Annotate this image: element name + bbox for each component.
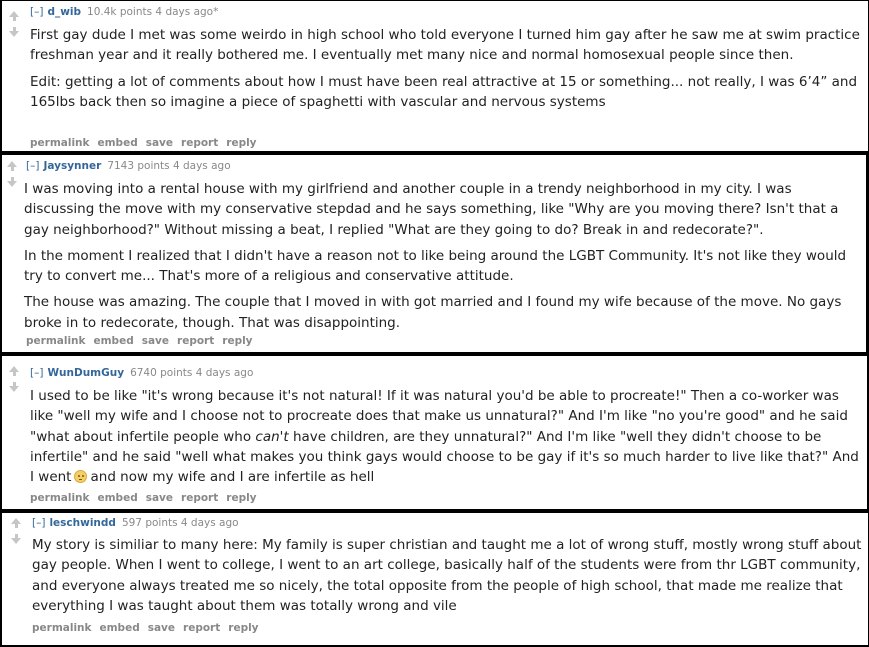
downvote-icon[interactable] xyxy=(11,538,21,544)
comment-body: I was moving into a rental house with my… xyxy=(24,179,862,333)
comment-panel: [–] d_wib 10.4k points 4 days ago* First g… xyxy=(2,1,868,151)
comment-buttons: permalink embed save report reply xyxy=(30,137,265,149)
embed-link[interactable]: embed xyxy=(98,137,138,149)
points-and-time: 597 points 4 days ago xyxy=(121,517,239,529)
comment-author[interactable]: Jaysynner xyxy=(43,160,101,172)
thinking-face-icon xyxy=(74,470,88,484)
comment-panel: [–] WunDumGuy 6740 points 4 days ago I use… xyxy=(2,356,867,509)
comment-paragraph: I was moving into a rental house with my… xyxy=(24,181,839,238)
vote-arrows xyxy=(6,161,18,187)
comment-author[interactable]: leschwindd xyxy=(49,517,115,529)
collapse-toggle[interactable]: [–] xyxy=(32,517,45,529)
permalink-link[interactable]: permalink xyxy=(30,137,90,149)
report-link[interactable]: report xyxy=(181,137,218,149)
comment-text: and now my wife and I are infertile as h… xyxy=(90,469,375,486)
embed-link[interactable]: embed xyxy=(100,622,140,634)
points-and-time: 10.4k points 4 days ago* xyxy=(87,6,219,18)
downvote-icon[interactable] xyxy=(7,181,17,187)
permalink-link[interactable]: permalink xyxy=(32,622,92,634)
points-and-time: 6740 points 4 days ago xyxy=(130,367,254,379)
vote-arrows xyxy=(10,518,22,544)
comment-paragraph: I used to be like "it's wrong because it… xyxy=(30,386,866,487)
comment-tagline: [–] leschwindd 597 points 4 days ago xyxy=(32,517,239,529)
report-link[interactable]: report xyxy=(181,492,218,504)
comment-body: I used to be like "it's wrong because it… xyxy=(30,386,866,487)
comment-paragraph: The house was amazing. The couple that I… xyxy=(24,294,842,331)
comment-tagline: [–] d_wib 10.4k points 4 days ago* xyxy=(30,6,218,18)
comment-buttons: permalink embed save report reply xyxy=(30,492,265,504)
save-link[interactable]: save xyxy=(142,335,169,347)
collapse-toggle[interactable]: [–] xyxy=(30,367,43,379)
comment-author[interactable]: d_wib xyxy=(47,6,81,18)
collapse-toggle[interactable]: [–] xyxy=(26,160,39,172)
points-and-time: 7143 points 4 days ago xyxy=(107,160,231,172)
emphasis-text: can't xyxy=(255,428,289,445)
permalink-link[interactable]: permalink xyxy=(30,492,90,504)
save-link[interactable]: save xyxy=(146,137,173,149)
comment-paragraph: My story is similiar to many here: My fa… xyxy=(32,537,862,614)
vote-arrows xyxy=(8,11,20,37)
downvote-icon[interactable] xyxy=(9,386,19,392)
comment-author[interactable]: WunDumGuy xyxy=(47,367,124,379)
save-link[interactable]: save xyxy=(146,492,173,504)
comment-paragraph: Edit: getting a lot of comments about ho… xyxy=(30,73,858,110)
reply-link[interactable]: reply xyxy=(226,492,256,504)
downvote-icon[interactable] xyxy=(9,31,19,37)
comment-body: My story is similiar to many here: My fa… xyxy=(32,535,862,616)
collapse-toggle[interactable]: [–] xyxy=(30,6,43,18)
comment-panel: [–] Jaysynner 7143 points 4 days ago I was… xyxy=(2,155,866,352)
comment-body: First gay dude I met was some weirdo in … xyxy=(30,25,860,112)
comment-buttons: permalink embed save report reply xyxy=(26,335,261,347)
comment-paragraph: In the moment I realized that I didn't h… xyxy=(24,247,847,285)
permalink-link[interactable]: permalink xyxy=(26,335,86,347)
embed-link[interactable]: embed xyxy=(94,335,134,347)
comment-tagline: [–] Jaysynner 7143 points 4 days ago xyxy=(26,160,231,172)
save-link[interactable]: save xyxy=(148,622,175,634)
reply-link[interactable]: reply xyxy=(226,137,256,149)
report-link[interactable]: report xyxy=(183,622,220,634)
comment-panel: [–] leschwindd 597 points 4 days ago My st… xyxy=(2,513,868,645)
reply-link[interactable]: reply xyxy=(222,335,252,347)
comment-tagline: [–] WunDumGuy 6740 points 4 days ago xyxy=(30,367,253,379)
reply-link[interactable]: reply xyxy=(228,622,258,634)
comment-paragraph: First gay dude I met was some weirdo in … xyxy=(30,27,860,64)
comment-buttons: permalink embed save report reply xyxy=(32,622,267,634)
vote-arrows xyxy=(8,366,20,392)
report-link[interactable]: report xyxy=(177,335,214,347)
embed-link[interactable]: embed xyxy=(98,492,138,504)
